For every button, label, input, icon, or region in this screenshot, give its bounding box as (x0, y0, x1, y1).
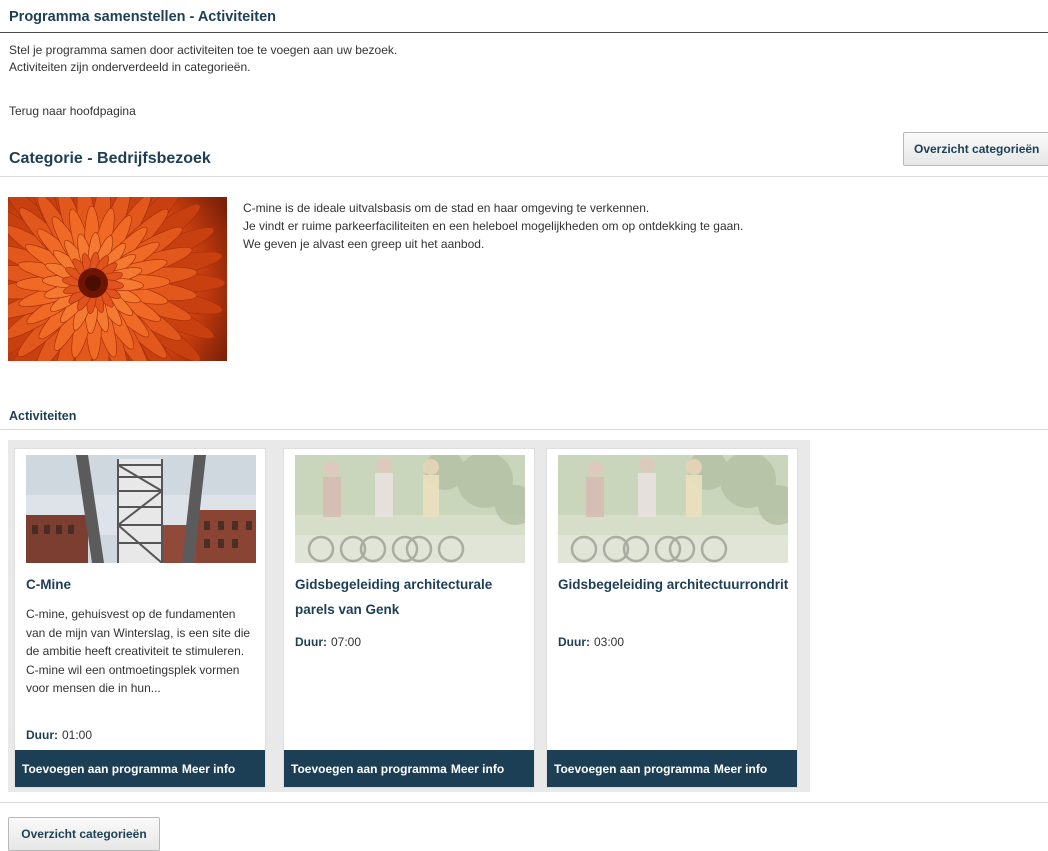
card-title: Gidsbegeleiding architectuurrondrit (558, 577, 789, 592)
more-info-button[interactable]: Meer info (182, 762, 235, 776)
activity-card-architectuurrondrit: Gidsbegeleiding architectuurrondrit Duur… (546, 448, 798, 788)
mine-tower-icon (26, 455, 256, 563)
duration-value: 07:00 (331, 635, 362, 649)
duration-label: Duur: (26, 728, 58, 742)
activity-card-architecturale-parels: Gidsbegeleiding architecturale parels va… (283, 448, 535, 788)
category-description: C-mine is de ideale uitvalsbasis om de s… (243, 199, 743, 253)
category-desc-line-3: We geven je alvast een greep uit het aan… (243, 237, 485, 251)
card-image-cyclists (558, 455, 788, 563)
intro-line-2: Activiteiten zijn onderverdeeld in categ… (9, 60, 251, 74)
add-to-program-button[interactable]: Toevoegen aan programma (554, 762, 710, 776)
category-flower-image (8, 197, 227, 361)
card-footer: Toevoegen aan programma Meer info (284, 750, 534, 787)
footer-divider (0, 802, 1048, 803)
more-info-button[interactable]: Meer info (451, 762, 504, 776)
category-overview-button-top[interactable]: Overzicht categorieën (903, 132, 1048, 166)
activity-card-c-mine: C-Mine C-mine, gehuisvest op de fundamen… (14, 448, 266, 788)
duration-label: Duur: (558, 635, 590, 649)
page-title: Programma samenstellen - Activiteiten (9, 9, 276, 25)
back-to-home-link[interactable]: Terug naar hoofdpagina (9, 104, 136, 118)
duration-label: Duur: (295, 635, 327, 649)
category-title: Categorie - Bedrijfsbezoek (9, 150, 211, 167)
card-description: C-mine, gehuisvest op de fundamenten van… (26, 607, 251, 695)
card-image-cyclists (295, 455, 525, 563)
duration-value: 03:00 (594, 635, 625, 649)
cyclists-icon (295, 455, 525, 563)
add-to-program-button[interactable]: Toevoegen aan programma (291, 762, 447, 776)
card-duration: Duur: 07:00 (295, 635, 361, 649)
add-to-program-button[interactable]: Toevoegen aan programma (22, 762, 178, 776)
card-footer: Toevoegen aan programma Meer info (547, 750, 797, 787)
card-title: Gidsbegeleiding architecturale parels va… (295, 577, 493, 617)
category-desc-line-2: Je vindt er ruime parkeerfaciliteiten en… (243, 219, 744, 233)
activities-title: Activiteiten (9, 409, 77, 423)
card-duration: Duur: 03:00 (558, 635, 624, 649)
card-footer: Toevoegen aan programma Meer info (15, 750, 265, 787)
duration-value: 01:00 (62, 728, 93, 742)
activities-divider (0, 429, 1048, 430)
category-desc-line-1: C-mine is de ideale uitvalsbasis om de s… (243, 201, 650, 215)
more-info-button[interactable]: Meer info (714, 762, 767, 776)
category-overview-button-bottom[interactable]: Overzicht categorieën (8, 817, 160, 851)
intro-line-1: Stel je programma samen door activiteite… (9, 43, 398, 57)
cyclists-icon (558, 455, 788, 563)
card-title: C-Mine (26, 577, 71, 592)
card-duration: Duur: 01:00 (26, 728, 92, 742)
card-image-mine-tower (26, 455, 256, 563)
category-divider (0, 176, 1048, 177)
flower-icon (8, 197, 226, 361)
title-divider (0, 32, 1048, 33)
intro-text: Stel je programma samen door activiteite… (9, 42, 397, 76)
